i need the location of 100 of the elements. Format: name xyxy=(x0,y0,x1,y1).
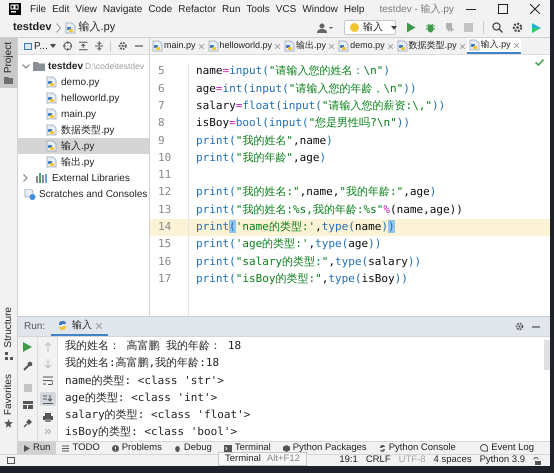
run-icon[interactable] xyxy=(406,22,416,33)
tool-window-tab[interactable]: Python Packages xyxy=(276,442,373,454)
editor-tab[interactable]: demo.py xyxy=(336,38,395,54)
menu-item[interactable]: Help xyxy=(340,2,368,16)
dropdown-arrow-icon xyxy=(391,26,397,30)
status-item[interactable]: CRLF xyxy=(366,453,391,468)
tree-item[interactable]: Scratches and Consoles xyxy=(18,186,149,202)
console-output-line: isBoy的类型: <class 'bool'> xyxy=(65,424,238,440)
tree-item[interactable]: 输出.py xyxy=(18,154,149,170)
side-tab[interactable]: Favorites xyxy=(0,370,17,432)
side-tab[interactable]: Structure xyxy=(0,303,17,364)
breadcrumb[interactable]: 输入.py xyxy=(78,19,116,36)
side-tab[interactable]: Project xyxy=(0,38,17,88)
window-title: testdev - 输入.py xyxy=(379,2,454,16)
python-file-icon xyxy=(46,156,57,168)
wrap-icon[interactable] xyxy=(42,376,52,385)
bug-icon[interactable] xyxy=(425,22,436,33)
scrollbar[interactable] xyxy=(544,340,550,370)
tree-item[interactable]: 输入.py xyxy=(18,138,149,154)
console-output-line: name的类型: <class 'str'> xyxy=(65,372,224,389)
target-icon[interactable] xyxy=(62,41,72,51)
library-icon xyxy=(36,173,48,183)
settings-icon[interactable] xyxy=(512,22,523,33)
printer-icon[interactable] xyxy=(42,413,52,422)
tree-item[interactable]: 数据类型.py xyxy=(18,122,149,138)
python-file-icon xyxy=(46,76,57,88)
user-icon[interactable] xyxy=(317,22,333,32)
square-icon[interactable] xyxy=(7,456,15,464)
folder-icon xyxy=(33,62,45,70)
code-line: salary=float(input("请输入您的薪资:\,")) xyxy=(196,98,446,114)
run-icon[interactable] xyxy=(23,342,32,352)
expand-all-icon[interactable] xyxy=(79,41,88,51)
tool-window-tab[interactable]: Event Log xyxy=(474,442,540,454)
code-line: print("我的年龄",age) xyxy=(196,150,326,166)
run-config-dropdown[interactable]: 输入 xyxy=(344,20,396,35)
code-line: print('age的类型:',type(age)) xyxy=(196,236,382,252)
editor-tab[interactable]: 数据类型.py xyxy=(394,38,467,54)
editor-tab[interactable]: 输出.py xyxy=(282,38,336,54)
menu-item[interactable]: Refactor xyxy=(175,2,220,16)
line-number: 6 xyxy=(157,80,166,97)
editor-tab[interactable]: helloworld.py xyxy=(206,38,282,54)
menu-item[interactable]: File xyxy=(27,2,50,16)
status-item[interactable]: Python 3.9 xyxy=(480,453,525,468)
menu-item[interactable]: Code xyxy=(145,2,176,16)
menu-item[interactable]: VCS xyxy=(272,2,300,16)
menu-item[interactable]: Tools xyxy=(243,2,273,16)
list-icon xyxy=(62,444,70,452)
collapse-all-icon[interactable] xyxy=(94,41,104,51)
editor-tab[interactable]: main.py xyxy=(150,38,206,54)
pin-icon[interactable] xyxy=(22,418,32,428)
run-tab[interactable]: 输入 xyxy=(51,317,108,336)
lock-icon[interactable] xyxy=(533,456,541,464)
code-line: isBoy=bool(input("您是男性吗?\n")) xyxy=(196,115,410,132)
menu-item[interactable]: Navigate xyxy=(100,2,146,16)
tool-window-tab[interactable]: Terminal xyxy=(218,442,277,454)
status-item[interactable]: 19:1 xyxy=(339,453,358,468)
breadcrumb[interactable]: testdev xyxy=(13,19,52,36)
line-number: 13 xyxy=(157,202,172,218)
tree-item[interactable]: main.py xyxy=(18,106,149,122)
menu-item[interactable]: Edit xyxy=(49,2,72,16)
code-line: name=input("请输入您的姓名：\n") xyxy=(196,63,390,80)
settings-icon[interactable] xyxy=(118,41,128,51)
tree-item[interactable]: External Libraries xyxy=(18,170,149,186)
wrench-icon[interactable] xyxy=(22,361,32,371)
python-file-icon xyxy=(64,22,76,34)
python-file-icon xyxy=(46,92,57,104)
tree-item[interactable]: demo.py xyxy=(18,74,149,90)
tree-item[interactable]: testdev D:\code\testdev xyxy=(18,58,149,74)
structure-icon xyxy=(4,352,12,360)
tool-window-tab[interactable]: Problems xyxy=(106,442,168,454)
menu-item[interactable]: Window xyxy=(299,2,341,16)
editor-tab[interactable]: 输入.py xyxy=(466,38,521,54)
up-arrow-icon xyxy=(44,342,52,352)
layout-icon[interactable] xyxy=(22,401,32,409)
maximize-icon[interactable] xyxy=(498,4,508,14)
search-icon[interactable] xyxy=(492,22,503,33)
status-item[interactable]: 4 spaces xyxy=(434,453,472,468)
line-number: 5 xyxy=(157,63,166,80)
panel-title: Run: xyxy=(23,320,46,334)
tool-window-tab[interactable]: Debug xyxy=(168,442,218,454)
settings-icon[interactable] xyxy=(515,322,524,331)
run-icon xyxy=(24,444,30,452)
code-line: print("isBoy的类型:",type(isBoy)) xyxy=(196,270,408,287)
tree-item[interactable]: helloworld.py xyxy=(18,90,149,106)
scroll-to-end-button[interactable] xyxy=(40,392,56,406)
folder-path: D:\code\testdev xyxy=(85,60,144,72)
tool-window-tab[interactable]: Run xyxy=(18,442,56,454)
code-line: print("我的姓名:",name,"我的年龄:",age) xyxy=(196,184,436,200)
code-line: print('name的类型:',type(name)) xyxy=(196,219,395,236)
app-logo-icon xyxy=(9,3,21,15)
menu-item[interactable]: Run xyxy=(219,2,244,16)
tool-window-tab[interactable]: Python Console xyxy=(372,442,462,454)
console-output-line: 我的姓名： 高富鹏 我的年龄： 18 xyxy=(65,338,242,354)
down-arrow-icon xyxy=(44,359,52,369)
close-icon[interactable] xyxy=(530,4,540,14)
tool-window-tab[interactable]: TODO xyxy=(56,442,106,454)
bug-icon xyxy=(174,444,181,452)
menu-item[interactable]: View xyxy=(72,2,100,16)
code-line: print("我的姓名",name) xyxy=(196,132,333,149)
line-number: 7 xyxy=(157,98,166,114)
